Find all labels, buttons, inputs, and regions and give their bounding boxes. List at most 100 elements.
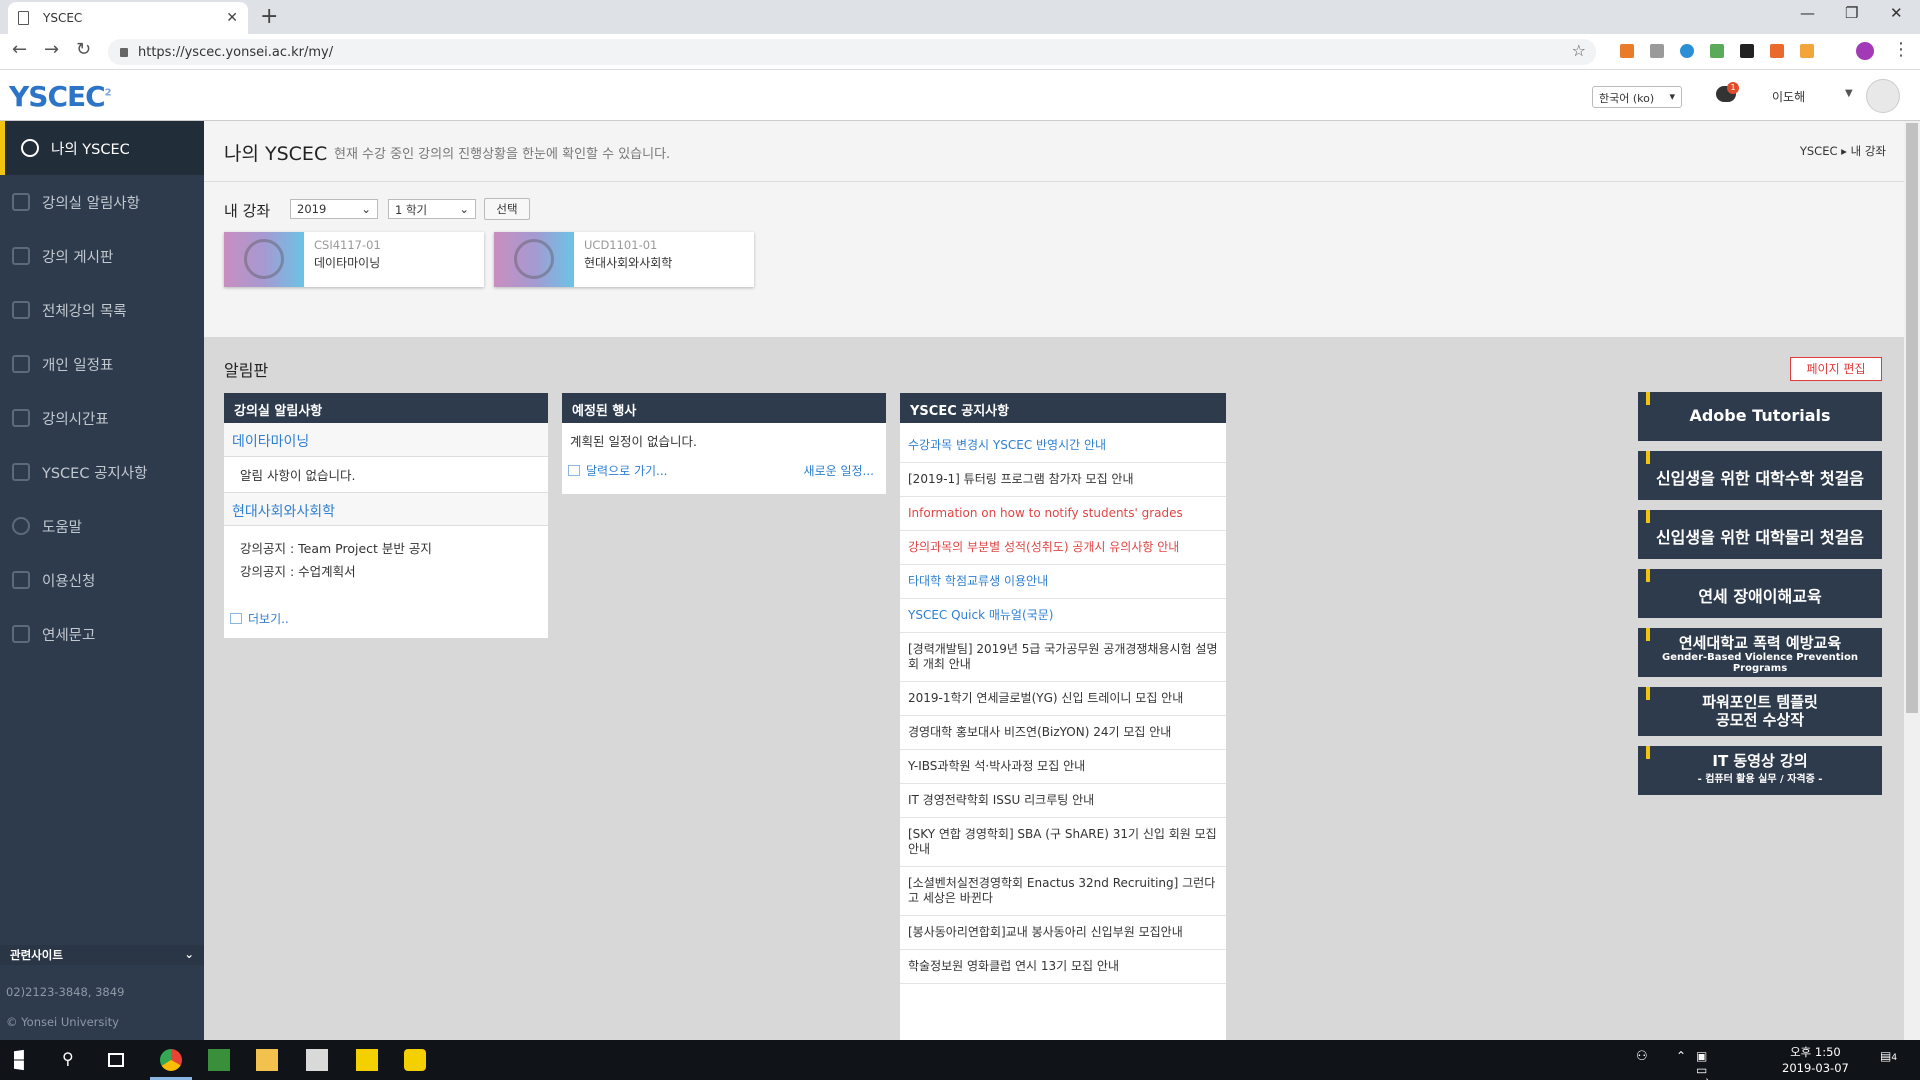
extension-icon[interactable] <box>1680 44 1694 58</box>
notice-item[interactable]: [경력개발팀] 2019년 5급 국가공무원 공개경쟁채용시험 설명회 개최 안… <box>900 633 1226 682</box>
sidebar-item-my-yscec[interactable]: 나의 YSCEC <box>0 121 204 175</box>
chevron-down-icon: ⌄ <box>184 947 194 961</box>
edit-icon <box>12 571 30 589</box>
user-name[interactable]: 이도해 <box>1772 88 1805 105</box>
search-icon[interactable]: ⚲ <box>62 1049 84 1071</box>
windows-start-icon[interactable] <box>14 1049 24 1071</box>
extension-icon[interactable] <box>1710 44 1724 58</box>
extension-icon[interactable] <box>1770 44 1784 58</box>
sidebar-item-timetable[interactable]: 강의시간표 <box>0 391 204 445</box>
new-event-link[interactable]: 새로운 일정... <box>798 458 880 483</box>
year-select[interactable]: 2019 ⌄ <box>290 199 378 219</box>
calendar-link[interactable]: 달력으로 가기... <box>562 458 674 483</box>
sidebar-item-label: 강의시간표 <box>42 411 109 428</box>
select-button[interactable]: 선택 <box>484 198 530 220</box>
promo-banner[interactable]: 연세 장애이해교육 <box>1638 569 1882 618</box>
promo-title: 연세대학교 폭력 예방교육 <box>1678 634 1842 652</box>
notice-item[interactable]: 2019-1학기 연세글로벌(YG) 신입 트레이니 모집 안내 <box>900 682 1226 716</box>
promo-banner[interactable]: 신입생을 위한 대학물리 첫걸음 <box>1638 510 1882 559</box>
restore-icon[interactable]: ❐ <box>1845 4 1858 22</box>
site-logo[interactable]: YSCEC2 <box>9 80 112 113</box>
scrollbar-thumb[interactable] <box>1906 123 1918 713</box>
user-menu-caret-icon[interactable]: ▼ <box>1845 88 1853 99</box>
promo-banner[interactable]: 신입생을 위한 대학수학 첫걸음 <box>1638 451 1882 500</box>
tray-expand-icon[interactable]: ⌃ <box>1676 1049 1698 1071</box>
notice-item[interactable]: 학술정보원 영화클럽 연시 13기 모집 안내 <box>900 950 1226 984</box>
notice-link[interactable]: 강의공지 : 수업계획서 <box>224 559 548 588</box>
breadcrumb[interactable]: YSCEC ▸ 내 강좌 <box>1800 143 1886 159</box>
promo-banner[interactable]: Adobe Tutorials <box>1638 392 1882 441</box>
sidebar-item-apply[interactable]: 이용신청 <box>0 553 204 607</box>
sidebar-item-schedule[interactable]: 개인 일정표 <box>0 337 204 391</box>
paint-icon[interactable] <box>306 1049 328 1071</box>
notice-item[interactable]: [봉사동아리연합회]교내 봉사동아리 신입부원 모집안내 <box>900 916 1226 950</box>
profile-icon[interactable] <box>1856 42 1874 60</box>
notice-item[interactable]: [2019-1] 튜터링 프로그램 참가자 모집 안내 <box>900 463 1226 497</box>
course-card[interactable]: CSI4117-01 데이타마이닝 <box>224 232 484 287</box>
extension-icon[interactable] <box>1620 44 1634 58</box>
tray-icons[interactable]: ▣ ▭ ◁) <box>1696 1049 1718 1080</box>
sidebar-item-yscec-notices[interactable]: YSCEC 공지사항 <box>0 445 204 499</box>
course-name: 데이타마이닝 <box>314 256 381 270</box>
related-sites-select[interactable]: 관련사이트 ⌄ <box>0 945 204 965</box>
clock[interactable]: 오후 1:50 2019-03-07 <box>1782 1044 1849 1076</box>
back-icon[interactable]: ← <box>12 39 27 60</box>
accent-mark <box>1646 451 1650 464</box>
course-link[interactable]: 데이타마이닝 <box>224 423 548 457</box>
sidebar-item-label: 이용신청 <box>42 573 96 590</box>
notice-item[interactable]: Information on how to notify students' g… <box>900 497 1226 531</box>
accent-mark <box>1646 746 1650 759</box>
notice-item[interactable]: Y-IBS과학원 석·박사과정 모집 안내 <box>900 750 1226 784</box>
notice-item[interactable]: 경영대학 홍보대사 비즈연(BizYON) 24기 모집 안내 <box>900 716 1226 750</box>
bookmark-star-icon[interactable]: ☆ <box>1572 41 1586 60</box>
new-tab-icon[interactable]: + <box>260 4 278 29</box>
minimize-icon[interactable]: — <box>1800 4 1815 22</box>
extension-icon[interactable] <box>1800 44 1814 58</box>
reload-icon[interactable]: ↻ <box>76 39 91 60</box>
people-icon[interactable]: ⚇ <box>1636 1049 1658 1071</box>
address-bar[interactable]: https://yscec.yonsei.ac.kr/my/ ☆ <box>108 39 1596 65</box>
notice-item[interactable]: 강의과목의 부분별 성적(성취도) 공개시 유의사항 안내 <box>900 531 1226 565</box>
course-link[interactable]: 현대사회와사회학 <box>224 492 548 526</box>
sidebar-item-label: 전체강의 목록 <box>42 303 127 320</box>
sticky-notes-icon[interactable] <box>356 1049 378 1071</box>
edit-page-button[interactable]: 페이지 편집 <box>1790 357 1882 381</box>
sidebar-item-course-notices[interactable]: 강의실 알림사항 <box>0 175 204 229</box>
browser-tab[interactable]: YSCEC ✕ <box>8 2 248 34</box>
forward-icon[interactable]: → <box>44 39 59 60</box>
notice-item[interactable]: 수강과목 변경시 YSCEC 반영시간 안내 <box>900 429 1226 463</box>
spreadsheet-icon[interactable] <box>208 1049 230 1071</box>
sidebar-item-course-board[interactable]: 강의 게시판 <box>0 229 204 283</box>
notice-link[interactable]: 강의공지 : Team Project 분반 공지 <box>224 526 548 559</box>
chrome-icon[interactable] <box>160 1049 182 1071</box>
promo-banner[interactable]: 연세대학교 폭력 예방교육 Gender-Based Violence Preve… <box>1638 628 1882 677</box>
notice-item[interactable]: 타대학 학점교류생 이용안내 <box>900 565 1226 599</box>
notice-item[interactable]: IT 경영전략학회 ISSU 리크루팅 안내 <box>900 784 1226 818</box>
notice-item[interactable]: [소셜벤처실전경영학회 Enactus 32nd Recruiting] 그런다… <box>900 867 1226 916</box>
language-select[interactable]: 한국어 (ko) ▾ <box>1592 86 1682 108</box>
avatar[interactable] <box>1866 79 1900 113</box>
sidebar-item-all-courses[interactable]: 전체강의 목록 <box>0 283 204 337</box>
sidebar-item-label: 개인 일정표 <box>42 357 114 374</box>
close-window-icon[interactable]: ✕ <box>1890 4 1903 22</box>
promo-banner[interactable]: 파워포인트 템플릿 공모전 수상작 <box>1638 687 1882 736</box>
sidebar-item-library[interactable]: 연세문고 <box>0 607 204 661</box>
promo-banner[interactable]: IT 동영상 강의 - 컴퓨터 활용 실무 / 자격증 - <box>1638 746 1882 795</box>
extension-icon[interactable] <box>1650 44 1664 58</box>
task-view-icon[interactable] <box>108 1053 124 1067</box>
panel-title: 강의실 알림사항 <box>224 393 548 423</box>
scrollbar[interactable] <box>1904 121 1920 1040</box>
course-card[interactable]: UCD1101-01 현대사회와사회학 <box>494 232 754 287</box>
action-center-icon[interactable]: ▤4 <box>1880 1049 1902 1071</box>
more-link[interactable]: 더보기.. <box>224 606 548 631</box>
semester-select[interactable]: 1 학기 ⌄ <box>388 199 476 219</box>
accent-mark <box>1646 628 1650 641</box>
notice-item[interactable]: [SKY 연합 경영학회] SBA (구 ShARE) 31기 신입 회원 모집… <box>900 818 1226 867</box>
kakaotalk-icon[interactable] <box>404 1049 426 1071</box>
sidebar-item-help[interactable]: 도움말 <box>0 499 204 553</box>
notice-item[interactable]: YSCEC Quick 매뉴얼(국문) <box>900 599 1226 633</box>
folder-icon[interactable] <box>256 1049 278 1071</box>
extension-icon[interactable] <box>1740 44 1754 58</box>
menu-dots-icon[interactable]: ⋮ <box>1892 39 1910 60</box>
close-tab-icon[interactable]: ✕ <box>226 10 238 26</box>
